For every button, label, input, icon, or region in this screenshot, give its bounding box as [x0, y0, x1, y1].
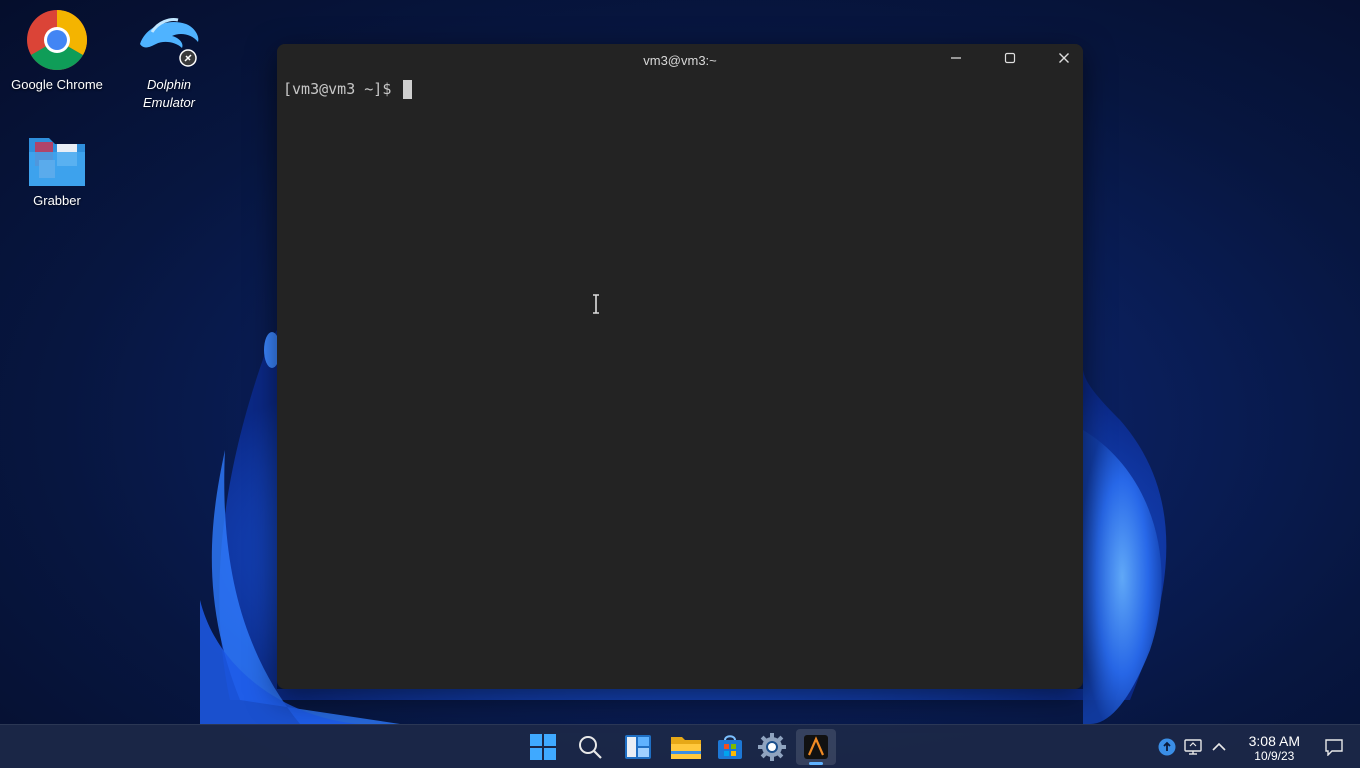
clock-time: 3:08 AM	[1248, 733, 1300, 749]
search-icon	[579, 736, 602, 759]
taskbar-start-button[interactable]	[523, 729, 563, 765]
notification-icon	[1325, 739, 1343, 756]
network-monitor-icon	[1184, 739, 1202, 755]
folder-icon	[29, 138, 85, 186]
desktop-icon-label: Dolphin Emulator	[142, 77, 196, 110]
tray-overflow-button[interactable]	[1208, 737, 1230, 757]
taskbar: 3:08 AM 10/9/23	[0, 724, 1360, 768]
active-app-indicator	[809, 762, 823, 765]
desktop-icon-label: Grabber	[33, 193, 81, 208]
notification-center-button[interactable]	[1323, 737, 1345, 757]
taskbar-file-explorer-button[interactable]	[666, 729, 706, 765]
windows-start-icon	[530, 734, 556, 760]
text-cursor	[403, 79, 413, 99]
terminal-output[interactable]: [vm3@vm3 ~]$	[277, 74, 1083, 104]
desktop-icon-google-chrome[interactable]: Google Chrome	[2, 8, 112, 94]
taskbar-terminal-button[interactable]	[796, 729, 836, 765]
gear-icon	[758, 733, 786, 761]
desktop-icon-grabber[interactable]: Grabber	[2, 132, 112, 210]
taskbar-widgets-button[interactable]	[618, 729, 658, 765]
desktop-icon-label: Google Chrome	[11, 77, 103, 92]
folder-icon	[671, 737, 701, 759]
taskbar-store-button[interactable]	[710, 729, 750, 765]
terminal-titlebar[interactable]: vm3@vm3:~	[277, 44, 1083, 74]
terminal-icon	[804, 735, 828, 759]
taskbar-search-button[interactable]	[570, 729, 610, 765]
minimize-icon	[951, 57, 961, 59]
desktop-icon-dolphin-emulator[interactable]: Dolphin Emulator	[114, 8, 224, 112]
tray-update-button[interactable]	[1156, 737, 1178, 757]
maximize-icon	[1004, 52, 1016, 64]
ibeam-cursor-icon	[593, 294, 599, 314]
chrome-icon	[27, 9, 88, 71]
close-icon	[1059, 53, 1069, 63]
clock-date: 10/9/23	[1254, 749, 1295, 763]
chevron-up-icon	[1212, 742, 1226, 751]
widgets-icon	[625, 735, 651, 759]
close-button[interactable]	[1039, 44, 1083, 72]
maximize-button[interactable]	[985, 44, 1035, 72]
minimize-button[interactable]	[931, 44, 981, 72]
taskbar-settings-button[interactable]	[752, 729, 792, 765]
dolphin-icon	[140, 18, 199, 67]
store-icon	[718, 735, 742, 759]
update-arrow-icon	[1158, 738, 1176, 756]
terminal-window[interactable]: vm3@vm3:~ [vm3@vm3 ~]$	[277, 44, 1083, 689]
taskbar-clock[interactable]: 3:08 AM 10/9/23	[1249, 733, 1300, 763]
shell-prompt: [vm3@vm3 ~]$	[283, 80, 401, 98]
tray-network-button[interactable]	[1182, 737, 1204, 757]
